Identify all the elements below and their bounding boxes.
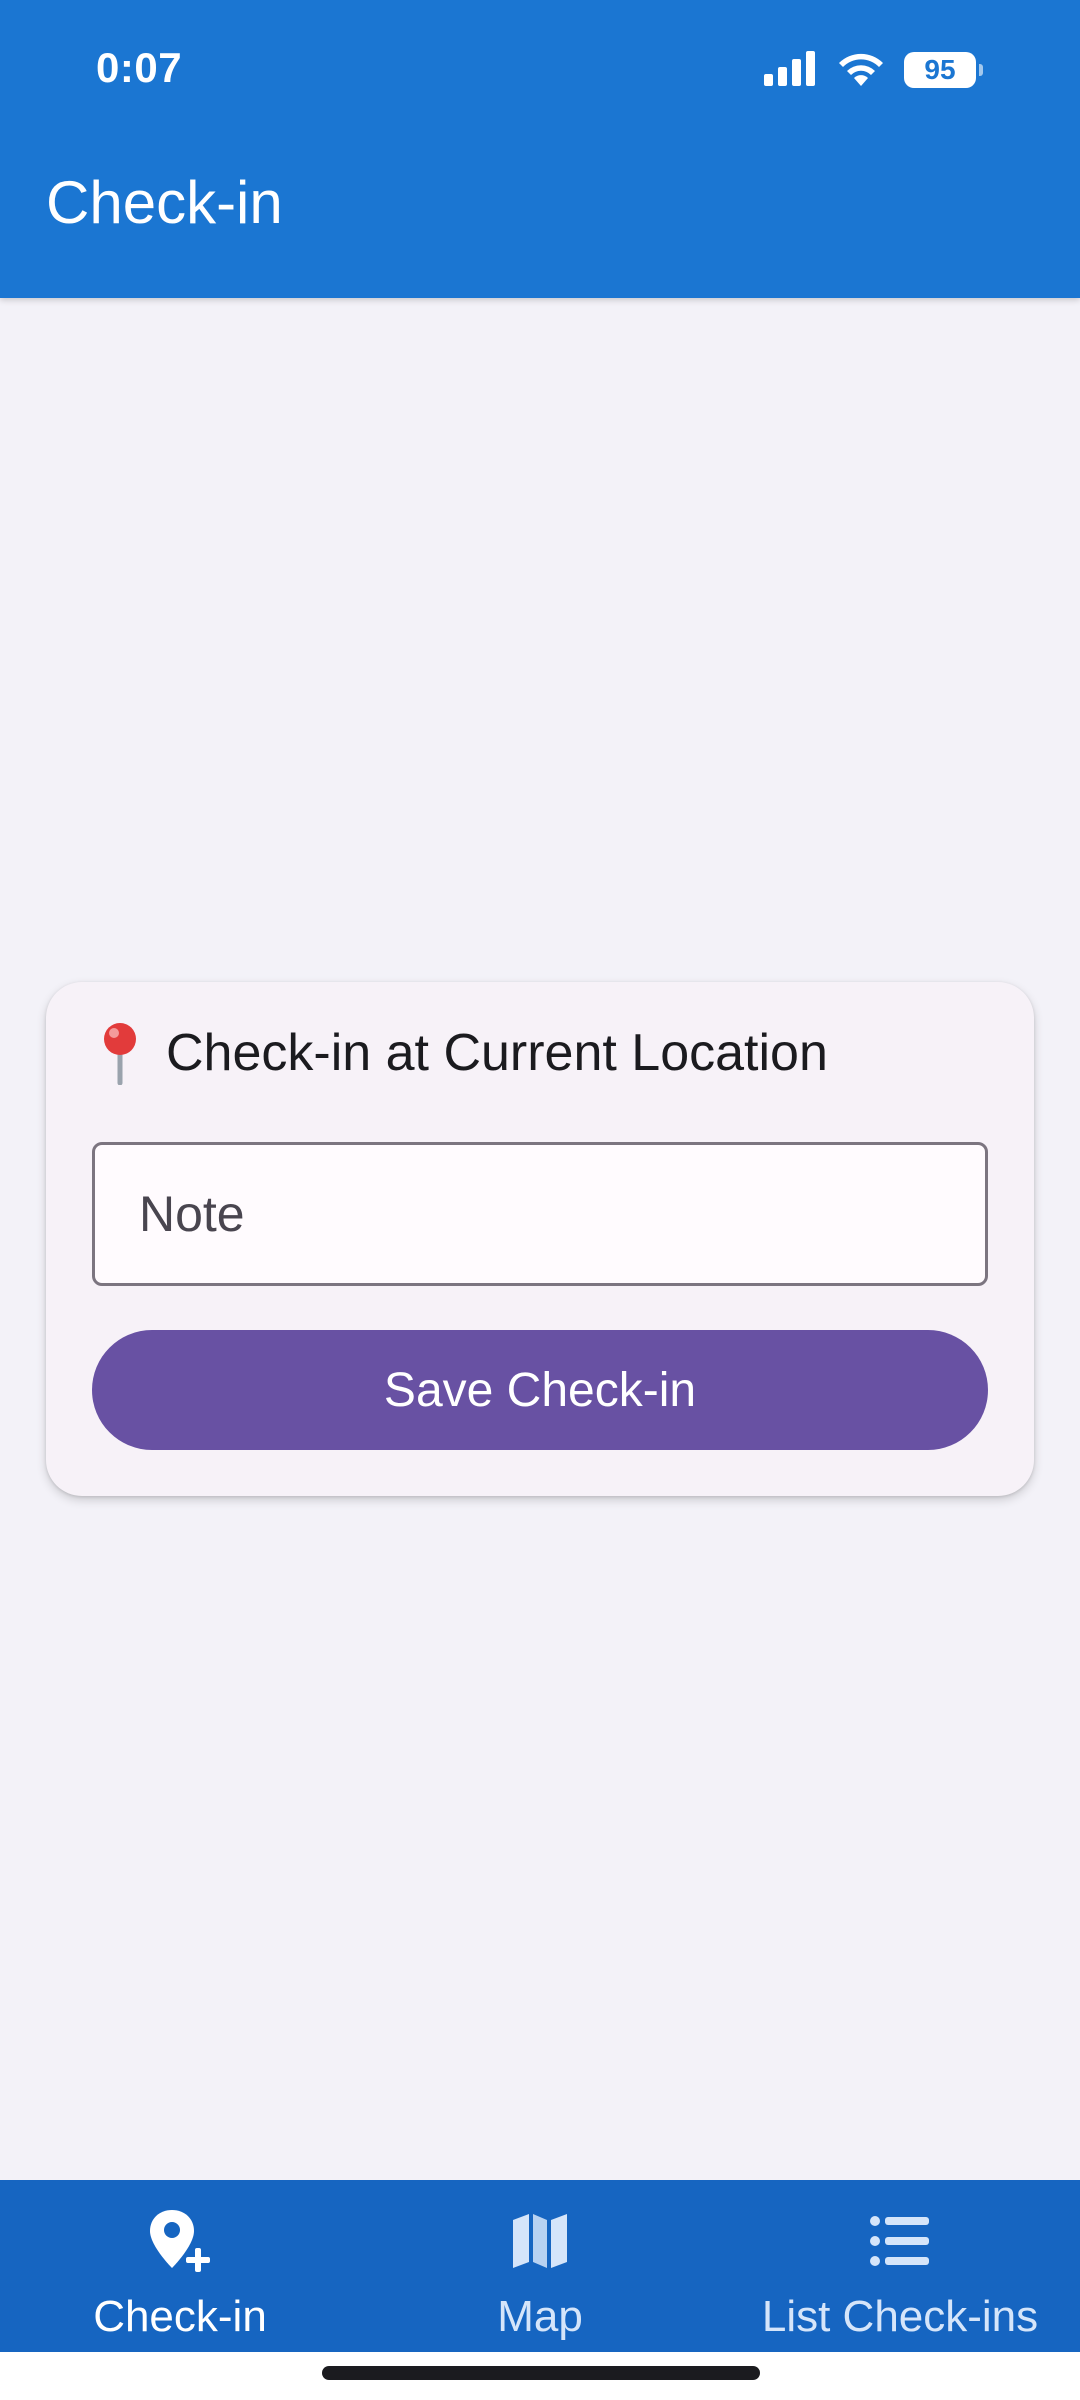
status-time: 0:07 (96, 44, 183, 91)
nav-item-map[interactable]: Map (360, 2180, 720, 2352)
nav-item-list-check-ins[interactable]: List Check-ins (720, 2180, 1080, 2352)
card-header: Check-in at Current Location (98, 1008, 828, 1098)
note-input[interactable] (92, 1142, 988, 1286)
map-icon (505, 2206, 575, 2276)
battery-icon: 95 (904, 52, 983, 88)
list-icon (865, 2206, 935, 2276)
page-title: Check-in (46, 169, 283, 236)
card-title: Check-in at Current Location (166, 1024, 828, 1082)
save-check-in-button[interactable]: Save Check-in (92, 1330, 988, 1450)
battery-level: 95 (924, 54, 956, 85)
add-location-icon (145, 2206, 215, 2276)
cellular-signal-icon (762, 50, 818, 91)
nav-label-list-check-ins: List Check-ins (761, 2292, 1039, 2341)
check-in-screen: 0:07 95 Check-in Check-in at Current Loc… (0, 0, 1080, 2400)
check-in-card: Check-in at Current Location Save Check-… (46, 982, 1034, 1496)
save-check-in-label: Save Check-in (383, 1363, 697, 1417)
nav-label-map: Map (497, 2292, 583, 2341)
status-icons: 95 (762, 48, 983, 92)
nav-label-check-in: Check-in (93, 2292, 267, 2341)
wifi-icon (836, 49, 886, 92)
pin-icon (98, 1021, 142, 1086)
nav-item-check-in[interactable]: Check-in (0, 2180, 360, 2352)
app-header: 0:07 95 Check-in (0, 0, 1080, 298)
home-indicator[interactable] (322, 2366, 760, 2380)
bottom-navigation: Check-in Map List Check-ins (0, 2180, 1080, 2352)
